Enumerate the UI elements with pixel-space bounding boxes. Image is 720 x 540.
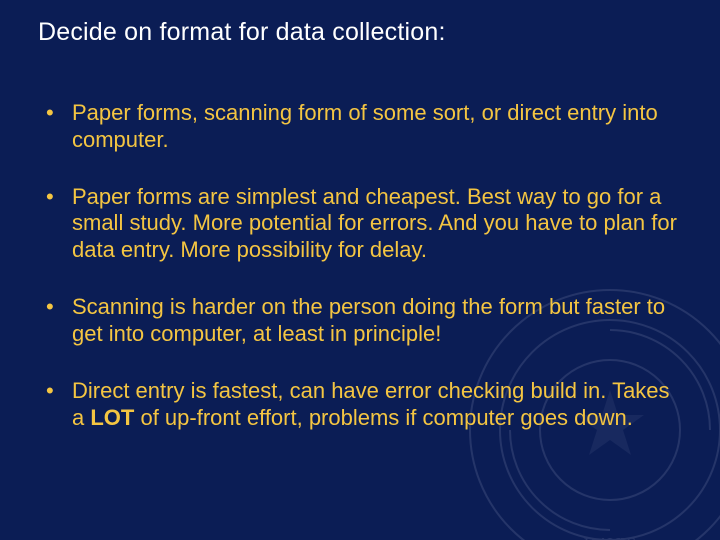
list-item: Paper forms, scanning form of some sort,… <box>38 100 682 154</box>
list-item: Paper forms are simplest and cheapest. B… <box>38 184 682 264</box>
slide: DAVIS Decide on format for data collecti… <box>0 0 720 540</box>
bullet-text-bold: LOT <box>90 405 134 430</box>
bullet-text: Paper forms, scanning form of some sort,… <box>72 100 658 152</box>
list-item: Direct entry is fastest, can have error … <box>38 378 682 432</box>
slide-body: Paper forms, scanning form of some sort,… <box>38 100 682 461</box>
svg-text:DAVIS: DAVIS <box>584 534 637 540</box>
bullet-text: Paper forms are simplest and cheapest. B… <box>72 184 677 263</box>
bullet-text-post: of up-front effort, problems if computer… <box>134 405 633 430</box>
list-item: Scanning is harder on the person doing t… <box>38 294 682 348</box>
slide-title: Decide on format for data collection: <box>38 18 446 47</box>
bullet-list: Paper forms, scanning form of some sort,… <box>38 100 682 431</box>
bullet-text: Scanning is harder on the person doing t… <box>72 294 665 346</box>
